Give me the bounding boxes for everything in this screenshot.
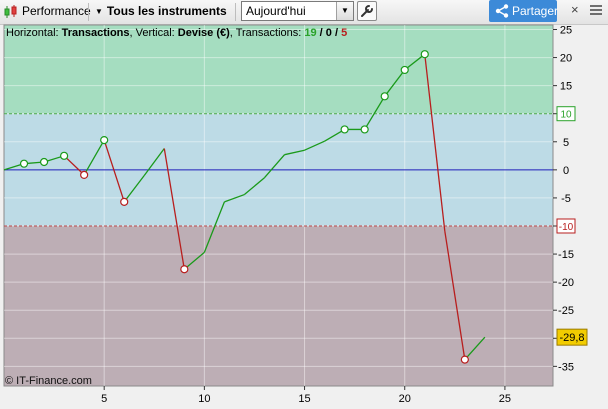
loss-marker xyxy=(80,170,89,180)
x-tick-label: 5 xyxy=(101,393,107,405)
y-tick-label: 25 xyxy=(560,24,572,36)
x-tick-label: 10 xyxy=(198,393,210,405)
upper-threshold-label: 10 xyxy=(560,110,572,121)
chevron-down-icon[interactable]: ▼ xyxy=(336,2,353,20)
loss-marker xyxy=(460,355,469,364)
x-tick-label: 20 xyxy=(399,393,411,405)
header-v-axis: Devise (€) xyxy=(178,27,230,39)
win-marker xyxy=(400,65,409,75)
y-tick-label: -25 xyxy=(558,305,574,317)
header-sep1: / xyxy=(317,27,326,39)
win-marker xyxy=(380,92,389,101)
y-tick-label: -15 xyxy=(558,249,574,261)
header-h-axis: Transactions xyxy=(62,27,130,39)
win-marker xyxy=(360,125,369,134)
current-value-label: -29,8 xyxy=(559,332,584,344)
close-icon[interactable]: × xyxy=(571,2,585,18)
settings-icon[interactable] xyxy=(589,2,603,18)
toolbar-separator xyxy=(235,3,236,21)
y-tick-label: -5 xyxy=(561,193,571,205)
wrench-icon xyxy=(361,5,373,17)
win-marker xyxy=(19,159,29,168)
header-count-prefix: , Transactions: xyxy=(230,27,305,39)
share-button[interactable]: Partager xyxy=(489,0,559,22)
performance-label: Performance xyxy=(22,4,91,18)
toolbar-separator xyxy=(88,3,89,21)
loss-marker xyxy=(180,265,189,274)
x-tick-label: 25 xyxy=(499,393,511,405)
header-losses: 5 xyxy=(341,27,347,39)
period-select[interactable]: Aujourd'hui ▼ xyxy=(241,1,354,21)
y-tick-label: 5 xyxy=(563,137,569,149)
y-tick-label: 20 xyxy=(560,53,572,65)
lower-zone xyxy=(4,225,553,386)
watermark: © IT-Finance.com xyxy=(5,375,92,387)
candlestick-chart-icon xyxy=(4,4,17,18)
performance-button[interactable]: Performance xyxy=(3,2,91,21)
toolbar: Performance ▼ Tous les instruments Aujou… xyxy=(0,0,608,25)
win-marker xyxy=(60,151,69,160)
win-marker xyxy=(420,50,429,59)
share-label: Partager xyxy=(512,4,559,18)
header-sep2: / xyxy=(332,27,341,39)
y-tick-label: -35 xyxy=(558,361,574,373)
y-tick-label: 0 xyxy=(563,165,569,177)
period-value: Aujourd'hui xyxy=(246,4,306,18)
header-wins: 19 xyxy=(304,27,316,39)
loss-marker xyxy=(120,197,129,206)
wrench-button[interactable] xyxy=(357,1,377,21)
header-mid: , Vertical: xyxy=(130,27,178,39)
x-tick-label: 15 xyxy=(298,393,310,405)
instruments-label: Tous les instruments xyxy=(106,4,227,18)
triangle-down-icon: ▼ xyxy=(95,7,103,16)
chart-header: Horizontal: Transactions, Vertical: Devi… xyxy=(6,27,347,39)
y-tick-label: 15 xyxy=(560,81,572,93)
equity-chart: 2520151050-5-10-15-20-25-30-3510-10-29,8… xyxy=(3,24,588,405)
share-icon xyxy=(495,4,509,18)
win-marker xyxy=(100,135,109,145)
header-prefix: Horizontal: xyxy=(6,27,62,39)
instruments-dropdown[interactable]: ▼ Tous les instruments xyxy=(95,2,227,21)
lower-threshold-label: -10 xyxy=(559,222,574,233)
win-marker xyxy=(340,125,349,134)
win-marker xyxy=(39,157,49,167)
y-tick-label: -20 xyxy=(558,277,574,289)
